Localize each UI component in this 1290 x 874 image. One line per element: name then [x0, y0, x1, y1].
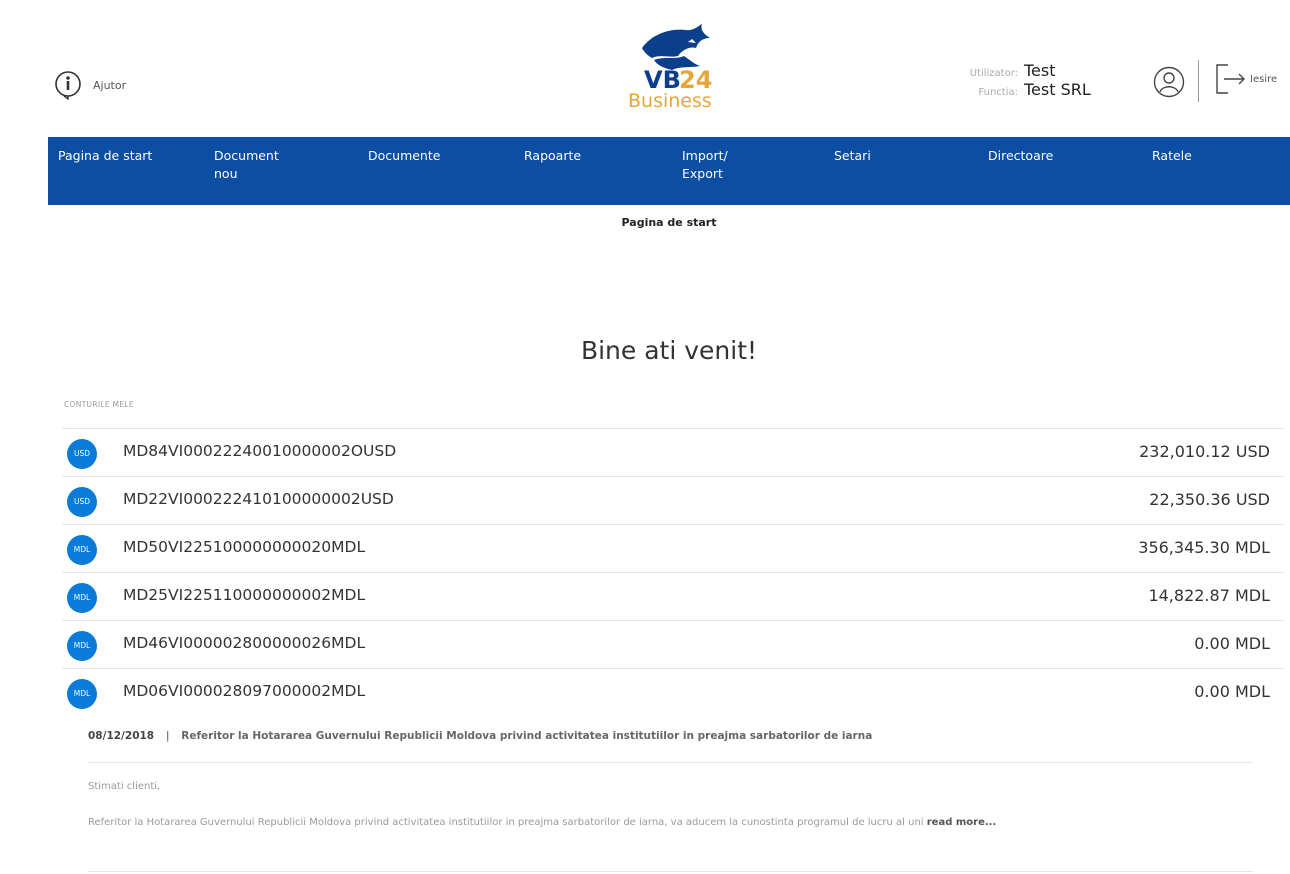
accounts-section-title: CONTURILE MELE [64, 400, 134, 409]
currency-badge: MDL [67, 631, 97, 661]
account-number: MD22VI000222410100000002USD [123, 490, 394, 508]
account-balance: 0.00 MDL [1194, 682, 1270, 701]
account-row[interactable]: MDL MD46VI000002800000026MDL 0.00 MDL [62, 620, 1284, 668]
account-number: MD25VI225110000000002MDL [123, 586, 366, 604]
account-row[interactable]: MDL MD06VI000028097000002MDL 0.00 MDL [62, 668, 1284, 716]
account-balance: 14,822.87 MDL [1148, 586, 1270, 605]
account-balance: 0.00 MDL [1194, 634, 1270, 653]
function-value: Test SRL [1024, 80, 1091, 99]
account-row[interactable]: USD MD22VI000222410100000002USD 22,350.3… [62, 476, 1284, 524]
read-more-link[interactable]: read more... [927, 817, 997, 828]
account-balance: 22,350.36 USD [1149, 490, 1270, 509]
info-icon [55, 71, 81, 100]
help-button[interactable]: Ajutor [53, 70, 126, 100]
nav-item-home[interactable]: Pagina de start [58, 147, 152, 165]
news-header: 08/12/2018 | Referitor la Hotararea Guve… [88, 730, 1253, 742]
welcome-title: Bine ati venit! [580, 336, 758, 365]
account-balance: 356,345.30 MDL [1138, 538, 1270, 557]
vb24-logo: VB 24 Business [624, 20, 734, 124]
accounts-list: USD MD84VI00022240010000002OUSD 232,010.… [62, 428, 1284, 716]
nav-item-documents[interactable]: Documente [368, 147, 440, 165]
nav-item-rates[interactable]: Ratele [1152, 147, 1192, 165]
nav-item-settings[interactable]: Setari [834, 147, 871, 165]
user-key: Utilizator: [969, 68, 1018, 79]
user-info: Utilizator: Test Functia: Test SRL [958, 61, 1091, 99]
nav-item-directories[interactable]: Directoare [988, 147, 1053, 165]
currency-badge: MDL [67, 535, 97, 565]
account-number: MD50VI225100000000020MDL [123, 538, 366, 556]
top-bar: Ajutor VB 24 Business Utilizator: Test F… [48, 20, 1290, 137]
news-item: 08/12/2018 | Referitor la Hotararea Guve… [88, 730, 1253, 828]
news-greeting: Stimati clienti, [88, 781, 161, 792]
main-nav: Pagina de start Document nou Documente R… [48, 137, 1290, 205]
currency-badge: USD [67, 487, 97, 517]
account-balance: 232,010.12 USD [1139, 442, 1270, 461]
breadcrumb: Pagina de start [621, 216, 717, 229]
currency-badge: USD [67, 439, 97, 469]
news-separator: | [165, 730, 170, 742]
logout-button[interactable]: Iesire [1214, 62, 1277, 96]
news-divider [88, 762, 1253, 763]
account-row[interactable]: MDL MD25VI225110000000002MDL 14,822.87 M… [62, 572, 1284, 620]
currency-badge: MDL [67, 583, 97, 613]
account-number: MD46VI000002800000026MDL [123, 634, 366, 652]
logout-label: Iesire [1250, 73, 1278, 85]
help-label: Ajutor [93, 78, 127, 92]
bottom-divider [88, 871, 1253, 872]
user-profile-icon[interactable] [1153, 66, 1185, 98]
logout-arrow-icon [1216, 64, 1245, 94]
news-excerpt: Referitor la Hotararea Guvernului Republ… [88, 817, 1253, 828]
nav-item-reports[interactable]: Rapoarte [524, 147, 581, 165]
news-date: 08/12/2018 [88, 730, 155, 742]
page-frame: Ajutor VB 24 Business Utilizator: Test F… [48, 20, 1290, 874]
user-value: Test [1024, 61, 1056, 80]
account-number: MD84VI00022240010000002OUSD [123, 442, 397, 460]
header-divider [1198, 60, 1199, 102]
function-key: Functia: [978, 87, 1018, 98]
nav-item-new-document[interactable]: Document nou [214, 147, 279, 183]
account-number: MD06VI000028097000002MDL [123, 682, 366, 700]
currency-badge: MDL [67, 679, 97, 709]
news-title[interactable]: Referitor la Hotararea Guvernului Republ… [181, 730, 872, 742]
nav-item-import-export[interactable]: Import/ Export [682, 147, 728, 183]
logo-business-text: Business [628, 90, 712, 112]
account-row[interactable]: USD MD84VI00022240010000002OUSD 232,010.… [62, 428, 1284, 476]
news-excerpt-text: Referitor la Hotararea Guvernului Republ… [88, 817, 927, 828]
account-row[interactable]: MDL MD50VI225100000000020MDL 356,345.30 … [62, 524, 1284, 572]
